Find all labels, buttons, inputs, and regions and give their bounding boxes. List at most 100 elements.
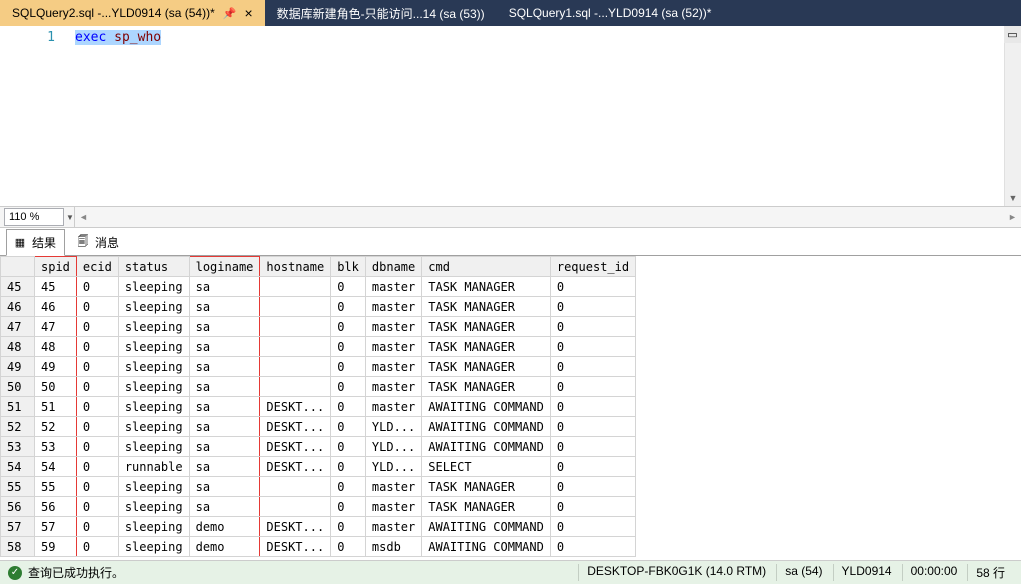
scroll-down-icon[interactable]: ▼ [1005, 189, 1021, 206]
row-number[interactable]: 53 [1, 437, 35, 457]
cell-loginame[interactable]: demo [189, 517, 260, 537]
table-row[interactable]: 58590sleepingdemoDESKT...0msdbAWAITING C… [1, 537, 636, 557]
cell-hostname[interactable] [260, 337, 331, 357]
cell-cmd[interactable]: TASK MANAGER [422, 477, 551, 497]
cell-status[interactable]: sleeping [118, 477, 189, 497]
cell-cmd[interactable]: AWAITING COMMAND [422, 417, 551, 437]
cell-ecid[interactable]: 0 [76, 497, 118, 517]
cell-dbname[interactable]: master [365, 317, 421, 337]
table-row[interactable]: 45450sleepingsa0masterTASK MANAGER0 [1, 277, 636, 297]
table-row[interactable]: 55550sleepingsa0masterTASK MANAGER0 [1, 477, 636, 497]
cell-ecid[interactable]: 0 [76, 397, 118, 417]
sql-editor[interactable]: 1 exec sp_who ▭ ▲ ▼ [0, 26, 1021, 206]
cell-requestid[interactable]: 0 [550, 537, 635, 557]
cell-spid[interactable]: 54 [35, 457, 77, 477]
cell-blk[interactable]: 0 [331, 537, 366, 557]
col-ecid[interactable]: ecid [76, 257, 118, 277]
vertical-scrollbar[interactable]: ▲ ▼ [1004, 26, 1021, 206]
table-row[interactable]: 51510sleepingsaDESKT...0masterAWAITING C… [1, 397, 636, 417]
table-row[interactable]: 52520sleepingsaDESKT...0YLD...AWAITING C… [1, 417, 636, 437]
col-requestid[interactable]: request_id [550, 257, 635, 277]
col-loginame[interactable]: loginame [189, 257, 260, 277]
cell-hostname[interactable]: DESKT... [260, 437, 331, 457]
cell-status[interactable]: sleeping [118, 277, 189, 297]
cell-requestid[interactable]: 0 [550, 317, 635, 337]
row-number[interactable]: 55 [1, 477, 35, 497]
col-hostname[interactable]: hostname [260, 257, 331, 277]
cell-hostname[interactable] [260, 297, 331, 317]
cell-dbname[interactable]: YLD... [365, 437, 421, 457]
cell-hostname[interactable] [260, 477, 331, 497]
cell-blk[interactable]: 0 [331, 377, 366, 397]
cell-ecid[interactable]: 0 [76, 297, 118, 317]
col-cmd[interactable]: cmd [422, 257, 551, 277]
cell-loginame[interactable]: sa [189, 417, 260, 437]
cell-blk[interactable]: 0 [331, 517, 366, 537]
row-number[interactable]: 46 [1, 297, 35, 317]
cell-spid[interactable]: 50 [35, 377, 77, 397]
cell-ecid[interactable]: 0 [76, 517, 118, 537]
row-number[interactable]: 48 [1, 337, 35, 357]
cell-loginame[interactable]: sa [189, 497, 260, 517]
table-row[interactable]: 47470sleepingsa0masterTASK MANAGER0 [1, 317, 636, 337]
cell-hostname[interactable] [260, 317, 331, 337]
tab-results[interactable]: ▦ 结果 [6, 229, 65, 256]
cell-status[interactable]: runnable [118, 457, 189, 477]
row-number[interactable]: 50 [1, 377, 35, 397]
table-row[interactable]: 49490sleepingsa0masterTASK MANAGER0 [1, 357, 636, 377]
table-row[interactable]: 54540runnablesaDESKT...0YLD...SELECT0 [1, 457, 636, 477]
cell-requestid[interactable]: 0 [550, 417, 635, 437]
cell-cmd[interactable]: SELECT [422, 457, 551, 477]
cell-blk[interactable]: 0 [331, 437, 366, 457]
cell-requestid[interactable]: 0 [550, 397, 635, 417]
table-row[interactable]: 50500sleepingsa0masterTASK MANAGER0 [1, 377, 636, 397]
cell-spid[interactable]: 51 [35, 397, 77, 417]
cell-status[interactable]: sleeping [118, 297, 189, 317]
cell-cmd[interactable]: AWAITING COMMAND [422, 437, 551, 457]
cell-status[interactable]: sleeping [118, 317, 189, 337]
cell-blk[interactable]: 0 [331, 417, 366, 437]
cell-blk[interactable]: 0 [331, 477, 366, 497]
row-number[interactable]: 56 [1, 497, 35, 517]
cell-blk[interactable]: 0 [331, 317, 366, 337]
cell-loginame[interactable]: sa [189, 477, 260, 497]
close-icon[interactable]: × [244, 5, 252, 21]
cell-blk[interactable]: 0 [331, 397, 366, 417]
cell-cmd[interactable]: AWAITING COMMAND [422, 517, 551, 537]
cell-loginame[interactable]: sa [189, 337, 260, 357]
pin-icon[interactable]: 📌 [223, 7, 237, 20]
cell-dbname[interactable]: master [365, 517, 421, 537]
cell-hostname[interactable]: DESKT... [260, 417, 331, 437]
cell-loginame[interactable]: sa [189, 457, 260, 477]
results-grid[interactable]: spid ecid status loginame hostname blk d… [0, 256, 1021, 560]
cell-loginame[interactable]: sa [189, 397, 260, 417]
cell-ecid[interactable]: 0 [76, 357, 118, 377]
cell-status[interactable]: sleeping [118, 397, 189, 417]
cell-spid[interactable]: 52 [35, 417, 77, 437]
cell-ecid[interactable]: 0 [76, 457, 118, 477]
cell-ecid[interactable]: 0 [76, 477, 118, 497]
cell-requestid[interactable]: 0 [550, 297, 635, 317]
zoom-select[interactable] [4, 208, 64, 226]
cell-dbname[interactable]: master [365, 397, 421, 417]
row-number[interactable]: 49 [1, 357, 35, 377]
cell-hostname[interactable] [260, 277, 331, 297]
cell-spid[interactable]: 59 [35, 537, 77, 557]
cell-loginame[interactable]: demo [189, 537, 260, 557]
cell-hostname[interactable]: DESKT... [260, 397, 331, 417]
cell-status[interactable]: sleeping [118, 357, 189, 377]
cell-hostname[interactable] [260, 497, 331, 517]
cell-dbname[interactable]: YLD... [365, 417, 421, 437]
cell-dbname[interactable]: YLD... [365, 457, 421, 477]
cell-spid[interactable]: 55 [35, 477, 77, 497]
cell-blk[interactable]: 0 [331, 277, 366, 297]
cell-dbname[interactable]: msdb [365, 537, 421, 557]
cell-spid[interactable]: 49 [35, 357, 77, 377]
cell-cmd[interactable]: TASK MANAGER [422, 497, 551, 517]
row-number[interactable]: 54 [1, 457, 35, 477]
cell-cmd[interactable]: TASK MANAGER [422, 357, 551, 377]
row-number[interactable]: 47 [1, 317, 35, 337]
cell-dbname[interactable]: master [365, 337, 421, 357]
cell-spid[interactable]: 57 [35, 517, 77, 537]
cell-dbname[interactable]: master [365, 377, 421, 397]
